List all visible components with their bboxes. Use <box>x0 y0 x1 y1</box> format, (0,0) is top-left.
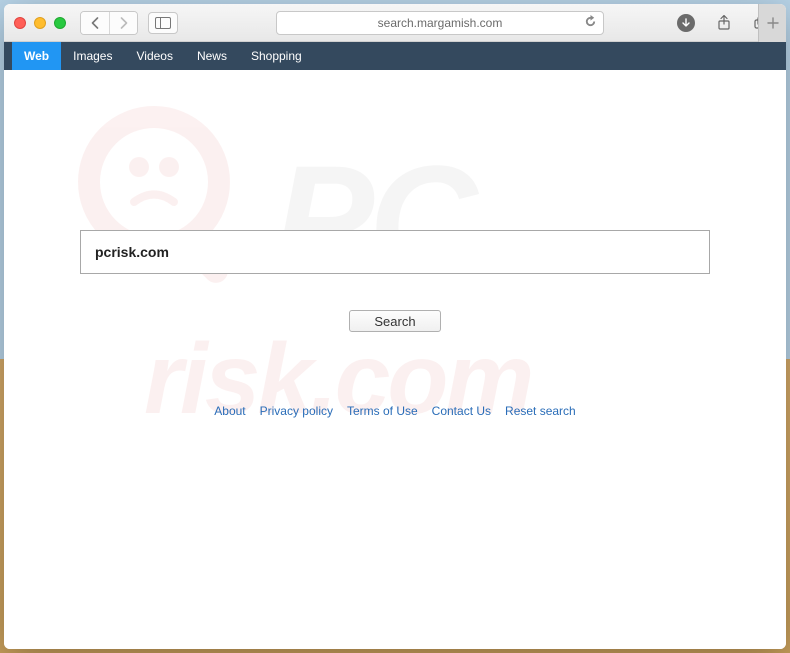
nav-item-images[interactable]: Images <box>61 42 124 70</box>
forward-button[interactable] <box>109 12 137 34</box>
window-minimize-button[interactable] <box>34 17 46 29</box>
search-input[interactable] <box>80 230 710 274</box>
window-maximize-button[interactable] <box>54 17 66 29</box>
nav-item-label: Web <box>24 49 49 63</box>
footer-link-terms[interactable]: Terms of Use <box>347 404 418 418</box>
window-close-button[interactable] <box>14 17 26 29</box>
footer-link-reset[interactable]: Reset search <box>505 404 576 418</box>
sidebar-toggle-button[interactable] <box>148 12 178 34</box>
nav-item-news[interactable]: News <box>185 42 239 70</box>
share-icon <box>717 15 731 31</box>
page-content: PC risk.com Web Images Videos News Shopp… <box>4 42 786 649</box>
footer-link-contact[interactable]: Contact Us <box>432 404 491 418</box>
nav-item-label: Shopping <box>251 49 302 63</box>
search-area: Search About Privacy policy Terms of Use… <box>4 230 786 418</box>
url-text: search.margamish.com <box>378 16 503 30</box>
nav-item-label: News <box>197 49 227 63</box>
footer-link-privacy[interactable]: Privacy policy <box>260 404 333 418</box>
search-button[interactable]: Search <box>349 310 441 332</box>
url-bar[interactable]: search.margamish.com <box>276 11 604 35</box>
nav-item-web[interactable]: Web <box>12 42 61 70</box>
category-nav: Web Images Videos News Shopping <box>4 42 786 70</box>
footer-links: About Privacy policy Terms of Use Contac… <box>214 404 575 418</box>
nav-item-shopping[interactable]: Shopping <box>239 42 314 70</box>
download-icon <box>677 14 695 32</box>
titlebar: search.margamish.com <box>4 4 786 42</box>
traffic-lights <box>14 17 66 29</box>
share-button[interactable] <box>710 12 738 34</box>
browser-window: search.margamish.com <box>4 4 786 649</box>
nav-button-group <box>80 11 138 35</box>
new-tab-button[interactable] <box>758 4 786 42</box>
nav-item-label: Images <box>73 49 112 63</box>
footer-link-about[interactable]: About <box>214 404 245 418</box>
nav-item-label: Videos <box>136 49 172 63</box>
plus-icon <box>767 17 779 29</box>
reload-icon[interactable] <box>584 15 597 31</box>
downloads-button[interactable] <box>672 12 700 34</box>
back-button[interactable] <box>81 12 109 34</box>
nav-item-videos[interactable]: Videos <box>124 42 184 70</box>
